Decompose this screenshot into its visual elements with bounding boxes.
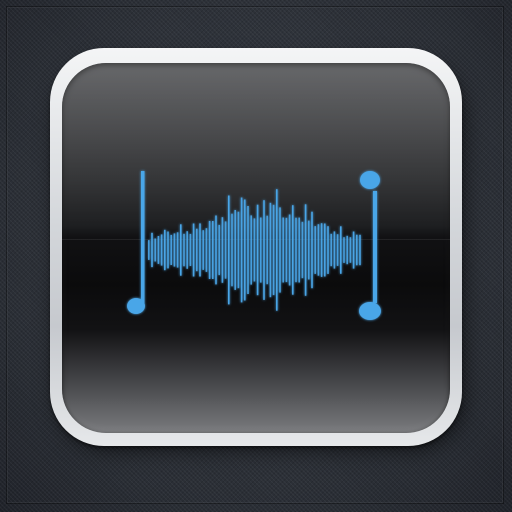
waveform-bar: [282, 217, 284, 283]
waveform-bar: [263, 200, 265, 300]
waveform-bar: [224, 221, 227, 279]
waveform-bar: [176, 232, 179, 268]
waveform-bar: [212, 221, 214, 279]
waveform-bar: [240, 197, 243, 303]
waveform-bar: [157, 236, 160, 264]
waveform-bar: [164, 229, 166, 271]
waveform-bar: [304, 204, 307, 296]
waveform-bar: [196, 228, 198, 272]
waveform-bar: [215, 215, 217, 285]
waveform-bar: [192, 223, 195, 277]
waveform-bar: [186, 231, 188, 269]
waveform-bar: [173, 233, 176, 267]
waveform-bar: [349, 237, 352, 263]
waveform-bar: [276, 189, 278, 311]
waveform-bar: [260, 217, 262, 283]
waveform-bar: [250, 215, 252, 285]
waveform-bar: [336, 234, 339, 266]
waveform-bar: [205, 228, 208, 272]
waveform-bar: [340, 226, 342, 274]
waveform-bar: [359, 234, 361, 266]
waveform-bar: [320, 223, 323, 277]
waveform-bar: [292, 205, 294, 295]
waveform-bar: [269, 202, 272, 298]
waveform-bar: [346, 235, 348, 265]
waveform-bar: [256, 204, 259, 296]
waveform-bar: [208, 220, 211, 279]
waveform-bar: [228, 195, 230, 305]
waveform-bar: [180, 224, 182, 276]
waveform-bar: [253, 218, 256, 282]
waveform-bar: [343, 237, 345, 263]
waveform-bar: [231, 213, 233, 287]
waveform-bar: [301, 221, 304, 279]
music-note-left-icon: [127, 171, 145, 314]
waveform-bar: [167, 231, 169, 269]
waveform-bar: [324, 223, 326, 277]
waveform-bar: [314, 226, 316, 274]
waveform-bar: [327, 226, 329, 274]
waveform-bar: [183, 233, 185, 267]
waveform-bar: [237, 211, 240, 289]
waveform-bar: [356, 234, 358, 266]
waveform-bar: [154, 238, 156, 262]
waveform-bar: [285, 217, 288, 283]
waveform-bar: [295, 217, 297, 283]
waveform-bar: [247, 206, 249, 294]
waveform-bar: [148, 240, 150, 260]
waveform-bars: [148, 189, 361, 311]
waveform-bar: [298, 217, 300, 283]
waveform-bar: [202, 230, 204, 270]
waveform-bar: [160, 234, 163, 266]
waveform-bar: [221, 217, 224, 283]
waveform-bar: [308, 220, 310, 280]
waveform-bar: [234, 210, 236, 290]
waveform-bar: [288, 214, 291, 286]
waveform-bar: [333, 231, 336, 269]
waveform-bar: [218, 224, 220, 276]
waveform-bar: [189, 233, 192, 266]
waveform-icon: [127, 171, 381, 320]
waveform-bar: [279, 207, 281, 293]
waveform-bar: [330, 233, 332, 267]
waveform-bar: [272, 204, 275, 296]
waveform-bar: [266, 215, 268, 285]
waveform-bar: [352, 231, 355, 269]
waveform-bar: [151, 232, 153, 268]
waveform-bar: [311, 211, 313, 289]
waveform-bar: [170, 234, 172, 265]
waveform-bar: [244, 199, 246, 301]
music-note-right-icon: [359, 171, 381, 320]
waveform-bar: [317, 224, 320, 276]
waveform-bar: [199, 223, 201, 277]
